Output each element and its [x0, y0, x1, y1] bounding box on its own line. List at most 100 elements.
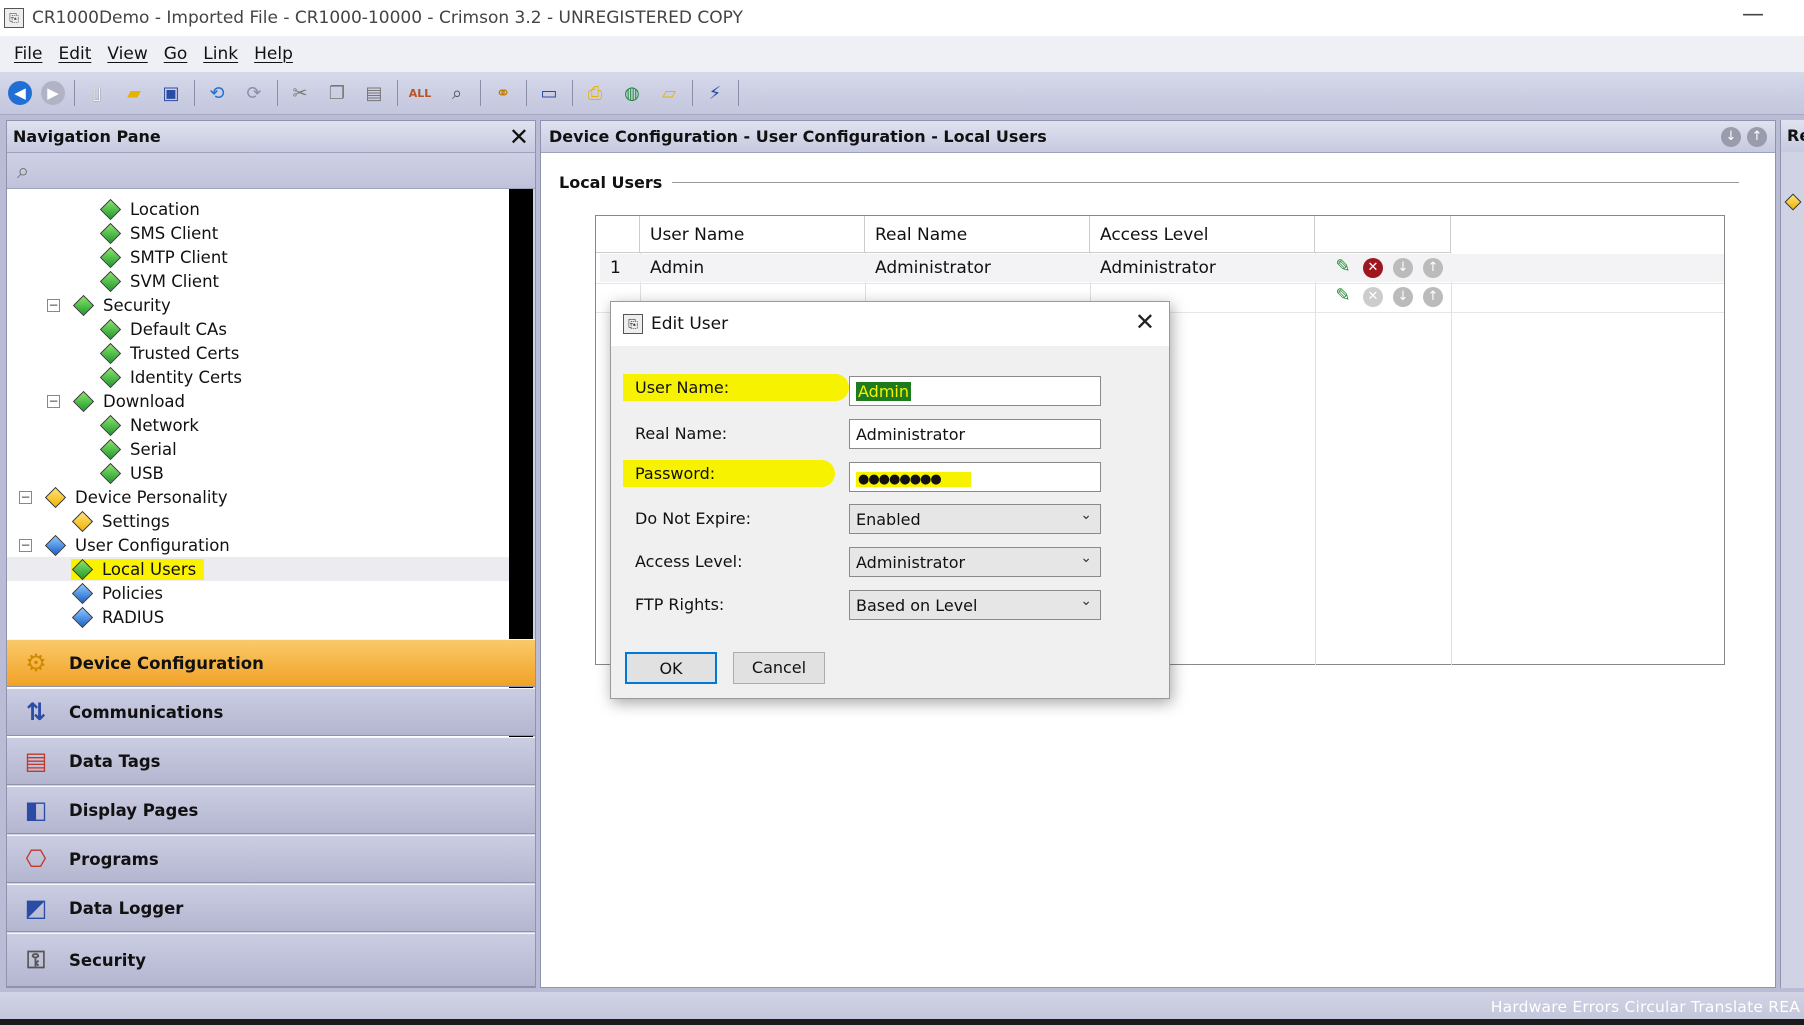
category-data-logger[interactable]: ◩ Data Logger	[7, 884, 535, 932]
green-diamond-icon	[99, 462, 122, 484]
handshake-icon[interactable]: ⚭	[489, 79, 517, 107]
gears-icon: ⚙	[25, 649, 47, 677]
tree-item-label: RADIUS	[102, 607, 165, 627]
page-search-icon[interactable]: ⎙	[581, 79, 609, 107]
tree-item-policies[interactable]: Policies	[71, 581, 163, 605]
tree-item-usb[interactable]: USB	[99, 461, 164, 485]
do-not-expire-select[interactable]: Enabled ⌄	[849, 504, 1101, 534]
tree-item-sms-client[interactable]: SMS Client	[99, 221, 218, 245]
tree-item-serial[interactable]: Serial	[99, 437, 177, 461]
menu-file[interactable]: File	[6, 44, 50, 64]
menu-link[interactable]: Link	[195, 44, 246, 64]
cut-icon[interactable]: ✂	[286, 79, 314, 107]
green-diamond-icon	[99, 270, 122, 292]
status-indicators: Hardware Errors Circular Translate REA	[1490, 998, 1800, 1016]
edit-icon[interactable]: ✎	[1333, 286, 1353, 306]
back-icon[interactable]: ◀	[8, 81, 32, 105]
toolbar: ◀ ▶ ▯ ▰ ▣ ⟲ ⟳ ✂ ❐ ▤ ALL ⌕ ⚭ ▭ ⎙ ◍ ▱ ⚡	[0, 72, 1804, 115]
green-diamond-icon	[99, 342, 122, 364]
category-display-pages[interactable]: ◧ Display Pages	[7, 786, 535, 834]
category-programs[interactable]: ⎔ Programs	[7, 835, 535, 883]
column-header-real-name[interactable]: Real Name	[865, 216, 1090, 253]
arrow-down-icon[interactable]: ↓	[1721, 127, 1741, 147]
collapse-icon[interactable]: −	[19, 538, 32, 552]
column-header-access-level[interactable]: Access Level	[1090, 216, 1315, 253]
delete-icon[interactable]: ✕	[1363, 258, 1383, 278]
category-data-tags[interactable]: ▤ Data Tags	[7, 737, 535, 785]
tree-item-user-configuration[interactable]: − User Configuration	[19, 533, 230, 557]
cell-real-name: Administrator	[875, 258, 991, 278]
blue-diamond-icon	[71, 606, 94, 628]
new-file-icon[interactable]: ▯	[83, 79, 111, 107]
data-tags-icon: ▤	[24, 747, 48, 775]
collapse-icon[interactable]: −	[47, 394, 60, 408]
forward-icon[interactable]: ▶	[41, 81, 65, 105]
category-device-configuration[interactable]: ⚙ Device Configuration	[7, 639, 535, 687]
tree-item-location[interactable]: Location	[99, 197, 200, 221]
tree-item-device-personality[interactable]: − Device Personality	[19, 485, 228, 509]
search-icon[interactable]: ⌕	[7, 153, 535, 189]
paste-icon[interactable]: ▤	[360, 79, 388, 107]
table-row[interactable]: 1 Admin Administrator Administrator	[600, 254, 1724, 282]
folder-page-icon[interactable]: ▱	[655, 79, 683, 107]
tree-item-svm-client[interactable]: SVM Client	[99, 269, 219, 293]
tree-item-download[interactable]: − Download	[47, 389, 185, 413]
tree-item-default-cas[interactable]: Default CAs	[99, 317, 227, 341]
ok-button[interactable]: OK	[625, 652, 717, 684]
cell-access-level: Administrator	[1100, 258, 1216, 278]
menu-view[interactable]: View	[99, 44, 155, 64]
close-icon[interactable]: ✕	[1135, 308, 1155, 336]
tree-item-local-users[interactable]: Local Users	[7, 557, 509, 581]
yellow-diamond-icon	[44, 486, 67, 508]
category-security[interactable]: ⚿ Security	[7, 933, 535, 987]
navigation-pane: Navigation Pane ✕ ⌕ Location SMS Client …	[6, 120, 536, 988]
redo-icon[interactable]: ⟳	[240, 79, 268, 107]
delete-icon[interactable]: ✕	[1363, 287, 1383, 307]
section-divider	[659, 182, 1739, 183]
collapse-icon[interactable]: −	[47, 298, 60, 312]
tree-item-settings[interactable]: Settings	[71, 509, 170, 533]
close-icon[interactable]: ✕	[509, 123, 529, 151]
copy-icon[interactable]: ❐	[323, 79, 351, 107]
tree-item-radius[interactable]: RADIUS	[71, 605, 164, 629]
arrow-up-icon[interactable]: ↑	[1747, 127, 1767, 147]
undo-icon[interactable]: ⟲	[203, 79, 231, 107]
save-icon[interactable]: ▣	[157, 79, 185, 107]
move-up-icon[interactable]: ↑	[1423, 258, 1443, 278]
access-level-select[interactable]: Administrator ⌄	[849, 547, 1101, 577]
tree-item-security[interactable]: − Security	[47, 293, 171, 317]
toolbar-separator	[277, 80, 278, 106]
select-all-icon[interactable]: ALL	[406, 79, 434, 107]
green-diamond-icon	[99, 438, 122, 460]
globe-icon[interactable]: ◍	[618, 79, 646, 107]
open-folder-icon[interactable]: ▰	[120, 79, 148, 107]
tree-item-label: Policies	[102, 583, 164, 603]
link-icon[interactable]: ⚡	[701, 79, 729, 107]
menu-help[interactable]: Help	[246, 44, 301, 64]
tree-item-label: Local Users	[102, 559, 197, 579]
real-name-field[interactable]: Administrator	[849, 419, 1101, 449]
menu-go[interactable]: Go	[156, 44, 196, 64]
column-header-user-name[interactable]: User Name	[640, 216, 865, 253]
toolbar-separator	[480, 80, 481, 106]
move-down-icon[interactable]: ↓	[1393, 287, 1413, 307]
category-communications[interactable]: ⇅ Communications	[7, 688, 535, 736]
tree-item-trusted-certs[interactable]: Trusted Certs	[99, 341, 239, 365]
toolbar-separator	[74, 80, 75, 106]
tree-item-identity-certs[interactable]: Identity Certs	[99, 365, 242, 389]
tree-item-smtp-client[interactable]: SMTP Client	[99, 245, 228, 269]
collapse-icon[interactable]: −	[19, 490, 32, 504]
monitor-icon[interactable]: ▭	[535, 79, 563, 107]
ftp-rights-select[interactable]: Based on Level ⌄	[849, 590, 1101, 620]
menu-edit[interactable]: Edit	[50, 44, 99, 64]
password-field[interactable]: ●●●●●●●●	[849, 462, 1101, 492]
move-down-icon[interactable]: ↓	[1393, 258, 1413, 278]
edit-icon[interactable]: ✎	[1333, 257, 1353, 277]
minimize-button[interactable]: —	[1742, 2, 1764, 27]
tree-item-network[interactable]: Network	[99, 413, 199, 437]
cancel-button[interactable]: Cancel	[733, 652, 825, 684]
cell-user-name: Admin	[650, 258, 705, 278]
user-name-field[interactable]: Admin	[849, 376, 1101, 406]
find-icon[interactable]: ⌕	[443, 79, 471, 107]
move-up-icon[interactable]: ↑	[1423, 287, 1443, 307]
